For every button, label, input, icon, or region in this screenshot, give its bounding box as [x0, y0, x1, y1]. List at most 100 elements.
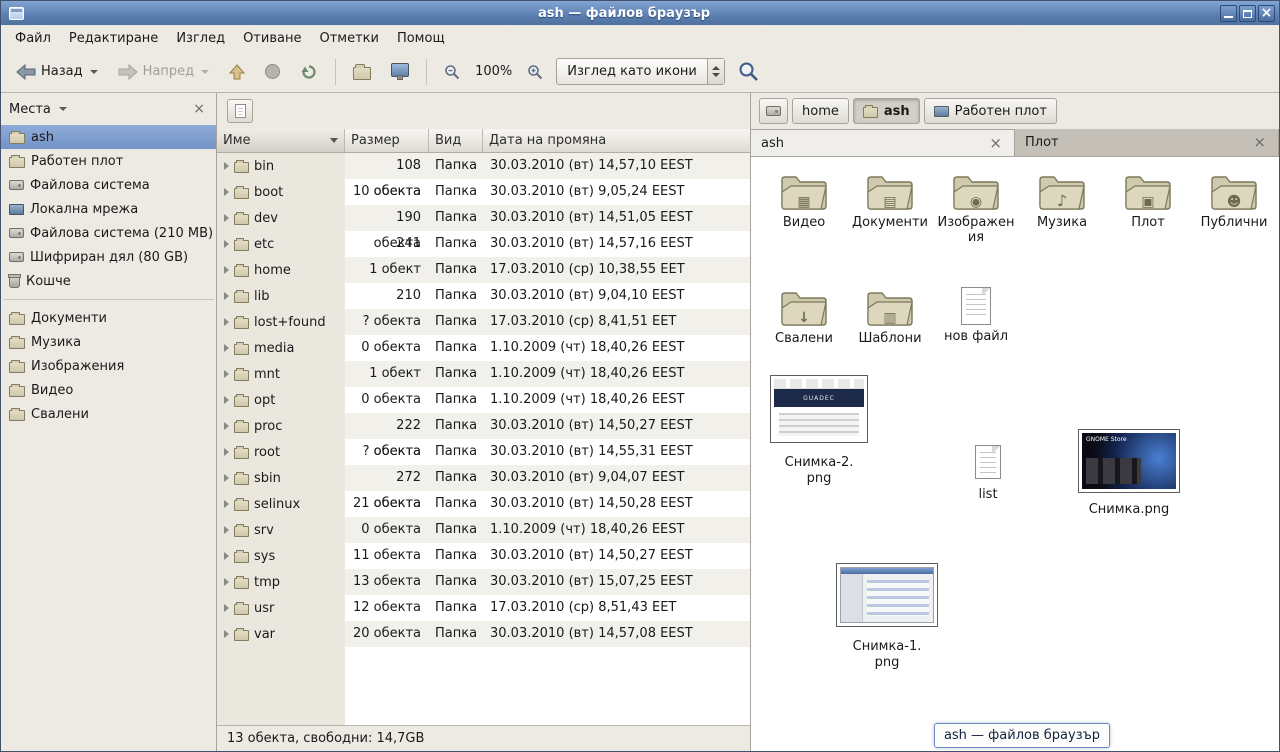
table-row[interactable]: tmp 13 обекта Папка 30.03.2010 (вт) 15,0… — [217, 569, 750, 595]
file-item-list[interactable]: list — [955, 445, 1021, 503]
icon-view-item[interactable]: нов файл — [935, 287, 1017, 347]
thumbnail-snimka2[interactable]: GUADEC Снимка-2. png — [761, 375, 877, 486]
table-row[interactable]: lost+found ? обекта Папка 17.03.2010 (ср… — [217, 309, 750, 335]
table-row[interactable]: srv 0 обекта Папка 1.10.2009 (чт) 18,40,… — [217, 517, 750, 543]
sidebar-item[interactable]: Изображения — [1, 354, 216, 378]
table-row[interactable]: root ? обекта Папка 30.03.2010 (вт) 14,5… — [217, 439, 750, 465]
sidebar-item[interactable]: Файлова система — [1, 173, 216, 197]
table-row[interactable]: proc 222 обекта Папка 30.03.2010 (вт) 14… — [217, 413, 750, 439]
tab-ash[interactable]: ash × — [751, 129, 1015, 156]
maximize-button[interactable] — [1239, 5, 1256, 22]
tab-close-icon[interactable]: × — [987, 136, 1004, 151]
thumbnail-snimka[interactable]: GNOME Store Снимка.png — [1071, 429, 1187, 518]
search-button[interactable] — [731, 55, 766, 88]
table-row[interactable]: sys 11 обекта Папка 30.03.2010 (вт) 14,5… — [217, 543, 750, 569]
icon-view-item[interactable]: Изображения — [935, 171, 1017, 246]
sidebar-item[interactable]: Документи — [1, 306, 216, 330]
expander-icon[interactable] — [224, 292, 229, 300]
menu-item[interactable]: Отметки — [311, 28, 386, 49]
table-row[interactable]: sbin 272 обекта Папка 30.03.2010 (вт) 9,… — [217, 465, 750, 491]
sidebar-item[interactable]: Музика — [1, 330, 216, 354]
expander-icon[interactable] — [224, 630, 229, 638]
expander-icon[interactable] — [224, 266, 229, 274]
back-button[interactable]: Назад — [9, 58, 105, 86]
icon-view-item[interactable]: Публични — [1193, 171, 1275, 246]
sidebar-mode-dropdown-icon[interactable] — [59, 107, 67, 111]
expander-icon[interactable] — [224, 240, 229, 248]
icon-view-item[interactable]: Видео — [763, 171, 845, 246]
sidebar-item[interactable]: Видео — [1, 378, 216, 402]
sidebar-item[interactable]: Локална мрежа — [1, 197, 216, 221]
table-row[interactable]: home 1 обект Папка 17.03.2010 (ср) 10,38… — [217, 257, 750, 283]
sidebar-item[interactable]: Кошче — [1, 269, 216, 293]
table-row[interactable]: mnt 1 обект Папка 1.10.2009 (чт) 18,40,2… — [217, 361, 750, 387]
expander-icon[interactable] — [224, 500, 229, 508]
expander-icon[interactable] — [224, 578, 229, 586]
thumbnail-snimka1[interactable]: Снимка-1. png — [829, 563, 945, 670]
path-root-button[interactable] — [759, 98, 788, 124]
expander-icon[interactable] — [224, 552, 229, 560]
table-row[interactable]: boot 10 обекта Папка 30.03.2010 (вт) 9,0… — [217, 179, 750, 205]
expander-icon[interactable] — [224, 318, 229, 326]
expander-icon[interactable] — [224, 188, 229, 196]
reload-button[interactable] — [293, 57, 325, 87]
sidebar-item[interactable]: Свалени — [1, 402, 216, 426]
expander-icon[interactable] — [224, 396, 229, 404]
expander-icon[interactable] — [224, 448, 229, 456]
table-row[interactable]: var 20 обекта Папка 30.03.2010 (вт) 14,5… — [217, 621, 750, 647]
view-mode-spinner[interactable] — [707, 59, 724, 84]
column-header-name[interactable]: Име — [217, 129, 345, 152]
sidebar-item[interactable]: Файлова система (210 MB) — [1, 221, 216, 245]
taskbar-window-button[interactable]: ash — файлов браузър — [934, 723, 1110, 748]
icon-view-item[interactable]: Свалени — [763, 287, 845, 347]
pane-location-button[interactable] — [227, 99, 253, 123]
expander-icon[interactable] — [224, 370, 229, 378]
back-dropdown-icon[interactable] — [90, 70, 98, 74]
close-button[interactable] — [1258, 5, 1275, 22]
menu-item[interactable]: Помощ — [389, 28, 453, 49]
menu-item[interactable]: Отиване — [235, 28, 309, 49]
sidebar-item[interactable]: Шифриран дял (80 GB) — [1, 245, 216, 269]
menu-item[interactable]: Изглед — [168, 28, 233, 49]
home-button[interactable] — [346, 58, 378, 86]
zoom-out-button[interactable] — [437, 58, 467, 86]
table-row[interactable]: lib 210 обекта Папка 30.03.2010 (вт) 9,0… — [217, 283, 750, 309]
tab-plot[interactable]: Плот × — [1015, 129, 1279, 156]
sidebar-item[interactable]: Работен плот — [1, 149, 216, 173]
expander-icon[interactable] — [224, 344, 229, 352]
minimize-button[interactable] — [1220, 5, 1237, 22]
icon-view-item[interactable]: Музика — [1021, 171, 1103, 246]
table-row[interactable]: bin 108 обекта Папка 30.03.2010 (вт) 14,… — [217, 153, 750, 179]
path-button[interactable]: ash — [853, 98, 920, 124]
stop-button[interactable] — [258, 58, 287, 85]
view-mode-select[interactable]: Изглед като икони — [556, 58, 725, 85]
menu-item[interactable]: Редактиране — [61, 28, 166, 49]
expander-icon[interactable] — [224, 604, 229, 612]
table-row[interactable]: usr 12 обекта Папка 17.03.2010 (ср) 8,51… — [217, 595, 750, 621]
icon-view-item[interactable]: Плот — [1107, 171, 1189, 246]
table-row[interactable]: etc 241 обекта Папка 30.03.2010 (вт) 14,… — [217, 231, 750, 257]
forward-button[interactable]: Напред — [111, 58, 216, 86]
sidebar-close-icon[interactable]: × — [190, 101, 208, 117]
forward-dropdown-icon[interactable] — [201, 70, 209, 74]
table-row[interactable]: dev 190 обекта Папка 30.03.2010 (вт) 14,… — [217, 205, 750, 231]
up-button[interactable] — [222, 58, 252, 86]
expander-icon[interactable] — [224, 474, 229, 482]
expander-icon[interactable] — [224, 422, 229, 430]
path-button[interactable]: Работен плот — [924, 98, 1057, 124]
zoom-in-button[interactable] — [520, 58, 550, 86]
column-header-date[interactable]: Дата на промяна — [483, 129, 750, 152]
menu-item[interactable]: Файл — [7, 28, 59, 49]
column-header-type[interactable]: Вид — [429, 129, 483, 152]
titlebar[interactable]: ash — файлов браузър — [1, 1, 1279, 25]
column-header-size[interactable]: Размер — [345, 129, 429, 152]
table-row[interactable]: media 0 обекта Папка 1.10.2009 (чт) 18,4… — [217, 335, 750, 361]
expander-icon[interactable] — [224, 526, 229, 534]
icon-view-item[interactable]: Документи — [849, 171, 931, 246]
table-row[interactable]: opt 0 обекта Папка 1.10.2009 (чт) 18,40,… — [217, 387, 750, 413]
path-button[interactable]: home — [792, 98, 849, 124]
expander-icon[interactable] — [224, 214, 229, 222]
icon-view-item[interactable]: Шаблони — [849, 287, 931, 347]
sidebar-item[interactable]: ash — [1, 125, 216, 149]
tab-close-icon[interactable]: × — [1251, 135, 1268, 150]
